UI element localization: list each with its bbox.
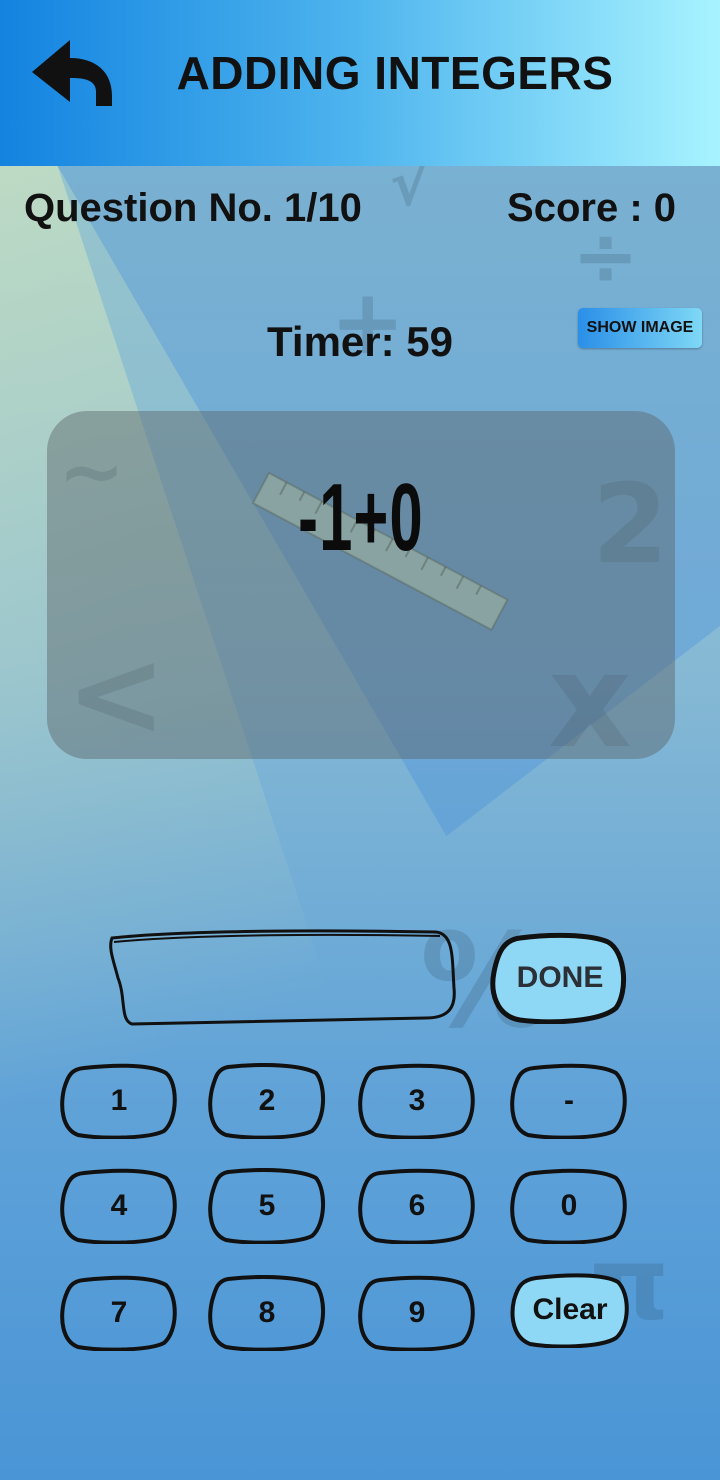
key-label: 4 — [110, 1189, 128, 1222]
score-display: Score : 0 — [507, 186, 676, 230]
clear-button[interactable]: Clear — [510, 1272, 630, 1348]
back-arrow-icon — [32, 40, 112, 106]
key-minus[interactable]: - — [510, 1063, 628, 1139]
key-8[interactable]: 8 — [208, 1275, 326, 1351]
show-image-button[interactable]: SHOW IMAGE — [578, 308, 702, 348]
clear-label: Clear — [532, 1293, 608, 1326]
key-5[interactable]: 5 — [208, 1168, 326, 1244]
key-2[interactable]: 2 — [208, 1063, 326, 1139]
key-7[interactable]: 7 — [60, 1275, 178, 1351]
key-label: 1 — [110, 1084, 128, 1117]
key-label: 8 — [258, 1296, 276, 1329]
key-1[interactable]: 1 — [60, 1063, 178, 1139]
key-label: 7 — [110, 1296, 128, 1329]
key-label: 5 — [258, 1189, 276, 1222]
question-number: Question No. 1/10 — [24, 186, 362, 230]
back-button[interactable] — [30, 38, 116, 110]
answer-field-wrapper — [106, 928, 458, 1028]
key-label: 6 — [408, 1189, 426, 1222]
key-label: - — [564, 1084, 574, 1117]
answer-input[interactable] — [136, 948, 430, 1010]
app-header: ADDING INTEGERS — [0, 0, 720, 166]
page-title: ADDING INTEGERS — [176, 47, 614, 99]
key-9[interactable]: 9 — [358, 1275, 476, 1351]
done-button[interactable]: DONE — [490, 932, 630, 1024]
key-3[interactable]: 3 — [358, 1063, 476, 1139]
key-label: 3 — [408, 1084, 426, 1117]
key-label: 0 — [560, 1189, 578, 1222]
key-label: 9 — [408, 1296, 426, 1329]
key-0[interactable]: 0 — [510, 1168, 628, 1244]
done-label: DONE — [516, 961, 604, 994]
key-4[interactable]: 4 — [60, 1168, 178, 1244]
question-card: -1+0 — [47, 411, 675, 759]
key-label: 2 — [258, 1084, 276, 1117]
key-6[interactable]: 6 — [358, 1168, 476, 1244]
question-equation: -1+0 — [298, 464, 424, 571]
